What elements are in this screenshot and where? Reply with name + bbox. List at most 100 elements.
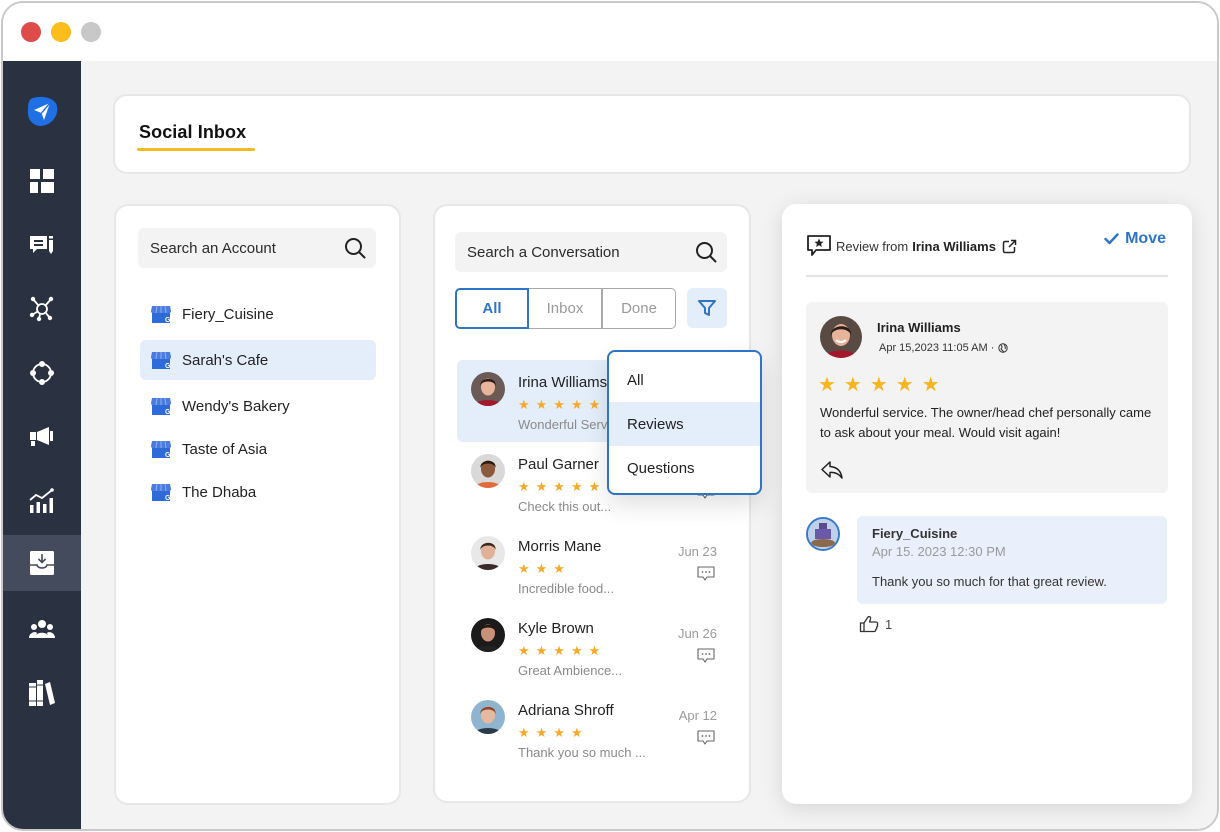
minimize-window-button[interactable] (51, 22, 71, 42)
conversation-search-placeholder: Search a Conversation (467, 243, 620, 261)
tab-done[interactable]: Done (602, 288, 676, 329)
inbox-download-icon (30, 551, 54, 575)
google-business-icon: G (151, 305, 171, 324)
comment-edit-icon (30, 236, 53, 254)
search-icon[interactable] (344, 237, 366, 259)
like-button[interactable]: 1 (859, 615, 892, 633)
svg-text:G: G (165, 409, 171, 416)
comment-icon[interactable] (697, 566, 715, 582)
contact-avatar (471, 372, 505, 406)
tab-inbox[interactable]: Inbox (529, 288, 602, 329)
move-label: Move (1125, 230, 1166, 247)
svg-text:G: G (165, 317, 171, 324)
contact-name: Morris Mane (518, 538, 602, 555)
conversation-item[interactable]: Kyle Brown ★★★★★ Great Ambience... Jun 26 (457, 606, 735, 688)
conversation-date: Jun 23 (677, 544, 717, 559)
filter-option-questions[interactable]: Questions (609, 446, 760, 490)
contact-avatar (471, 618, 505, 652)
review-detail-panel: Review from Irina Williams Move Irina Wi… (782, 204, 1192, 804)
title-bar (3, 3, 1217, 61)
reply-text: Thank you so much for that great review. (872, 574, 1107, 589)
svg-text:G: G (165, 452, 171, 459)
contact-avatar (471, 700, 505, 734)
account-item[interactable]: G Taste of Asia (140, 429, 376, 469)
google-business-icon: G (151, 483, 171, 502)
account-name: Taste of Asia (182, 440, 268, 458)
conversation-item[interactable]: Adriana Shroff ★★★★ Thank you so much ... A… (457, 688, 735, 770)
review-date: Apr 15,2023 11:05 AM · (879, 342, 1009, 354)
analytics-chart-icon (29, 488, 54, 513)
comment-icon[interactable] (697, 730, 715, 746)
sidebar-item-logo[interactable] (3, 83, 81, 139)
globe-icon (998, 343, 1009, 353)
reply-icon[interactable] (820, 460, 844, 480)
sidebar-item-analytics[interactable] (3, 473, 81, 529)
account-item[interactable]: G Fiery_Cuisine (140, 294, 376, 334)
account-search-input[interactable]: Search an Account (138, 228, 376, 268)
page-header: Social Inbox (113, 94, 1191, 174)
message-preview: Incredible food... (518, 581, 615, 596)
conversation-item[interactable]: Morris Mane ★★★ Incredible food... Jun 23 (457, 524, 735, 606)
sidebar-item-inbox[interactable] (3, 535, 81, 591)
business-avatar (806, 517, 840, 551)
tab-all[interactable]: All (455, 288, 529, 329)
sidebar-item-network[interactable] (3, 281, 81, 337)
sidebar-nav (3, 61, 81, 829)
app-window: Social Inbox Search an Account G Fiery_Cu… (1, 1, 1219, 831)
maximize-window-button[interactable] (81, 22, 101, 42)
google-business-icon: G (151, 397, 171, 416)
sidebar-item-connections[interactable] (3, 345, 81, 401)
star-rating: ★★★★ (518, 725, 589, 740)
sidebar-item-library[interactable] (3, 665, 81, 721)
star-rating: ★★★ (518, 561, 571, 576)
svg-text:G: G (165, 495, 171, 502)
sidebar-item-campaigns[interactable] (3, 409, 81, 465)
account-search-placeholder: Search an Account (150, 239, 276, 257)
conversation-search-input[interactable]: Search a Conversation (455, 232, 727, 272)
like-count: 1 (885, 616, 893, 632)
contact-avatar (471, 536, 505, 570)
account-item[interactable]: G Wendy's Bakery (140, 386, 376, 426)
reply-date: Apr 15. 2023 12:30 PM (872, 544, 1006, 559)
sidebar-item-compose[interactable] (3, 217, 81, 273)
svg-text:G: G (165, 363, 171, 370)
review-star-rating: ★★★★★ (818, 374, 948, 396)
review-header-name: Irina Williams (912, 238, 996, 254)
filter-icon (698, 300, 716, 316)
megaphone-icon (30, 427, 53, 446)
review-card: Irina Williams Apr 15,2023 11:05 AM · ★★… (806, 302, 1168, 493)
account-item[interactable]: G Sarah's Cafe (140, 340, 376, 380)
external-link-icon[interactable] (1002, 239, 1017, 254)
message-preview: Great Ambience... (518, 663, 623, 678)
conversation-tabs: All Inbox Done (455, 288, 676, 329)
account-name: Fiery_Cuisine (182, 305, 274, 323)
sidebar-item-team[interactable] (3, 601, 81, 657)
reviewer-avatar (820, 316, 862, 358)
sidebar-item-dashboard[interactable] (3, 153, 81, 209)
google-business-icon: G (151, 440, 171, 459)
comment-icon[interactable] (697, 648, 715, 664)
books-library-icon (29, 680, 55, 706)
circle-nodes-icon (30, 361, 54, 385)
contact-name: Irina Williams (518, 374, 608, 391)
contact-name: Paul Garner (518, 456, 599, 473)
users-group-icon (29, 620, 55, 638)
move-button[interactable]: Move (1104, 230, 1166, 248)
star-rating: ★★★★★ (518, 643, 607, 658)
filter-option-all[interactable]: All (609, 358, 760, 402)
filter-dropdown-menu: All Reviews Questions (607, 350, 762, 495)
contact-name: Kyle Brown (518, 620, 594, 637)
search-icon[interactable] (695, 241, 717, 263)
star-rating: ★★★★★ (518, 397, 607, 412)
filter-button[interactable] (687, 288, 727, 328)
review-date-text: Apr 15,2023 11:05 AM · (879, 342, 995, 354)
filter-option-reviews[interactable]: Reviews (609, 402, 760, 446)
reviewer-name: Irina Williams (877, 320, 961, 335)
dashboard-grid-icon (30, 169, 54, 193)
star-rating: ★★★★★ (518, 479, 607, 494)
main-content: Social Inbox Search an Account G Fiery_Cu… (81, 61, 1217, 829)
account-item[interactable]: G The Dhaba (140, 472, 376, 512)
conversation-date: Jun 26 (677, 626, 717, 641)
close-window-button[interactable] (21, 22, 41, 42)
header-divider (806, 275, 1168, 277)
